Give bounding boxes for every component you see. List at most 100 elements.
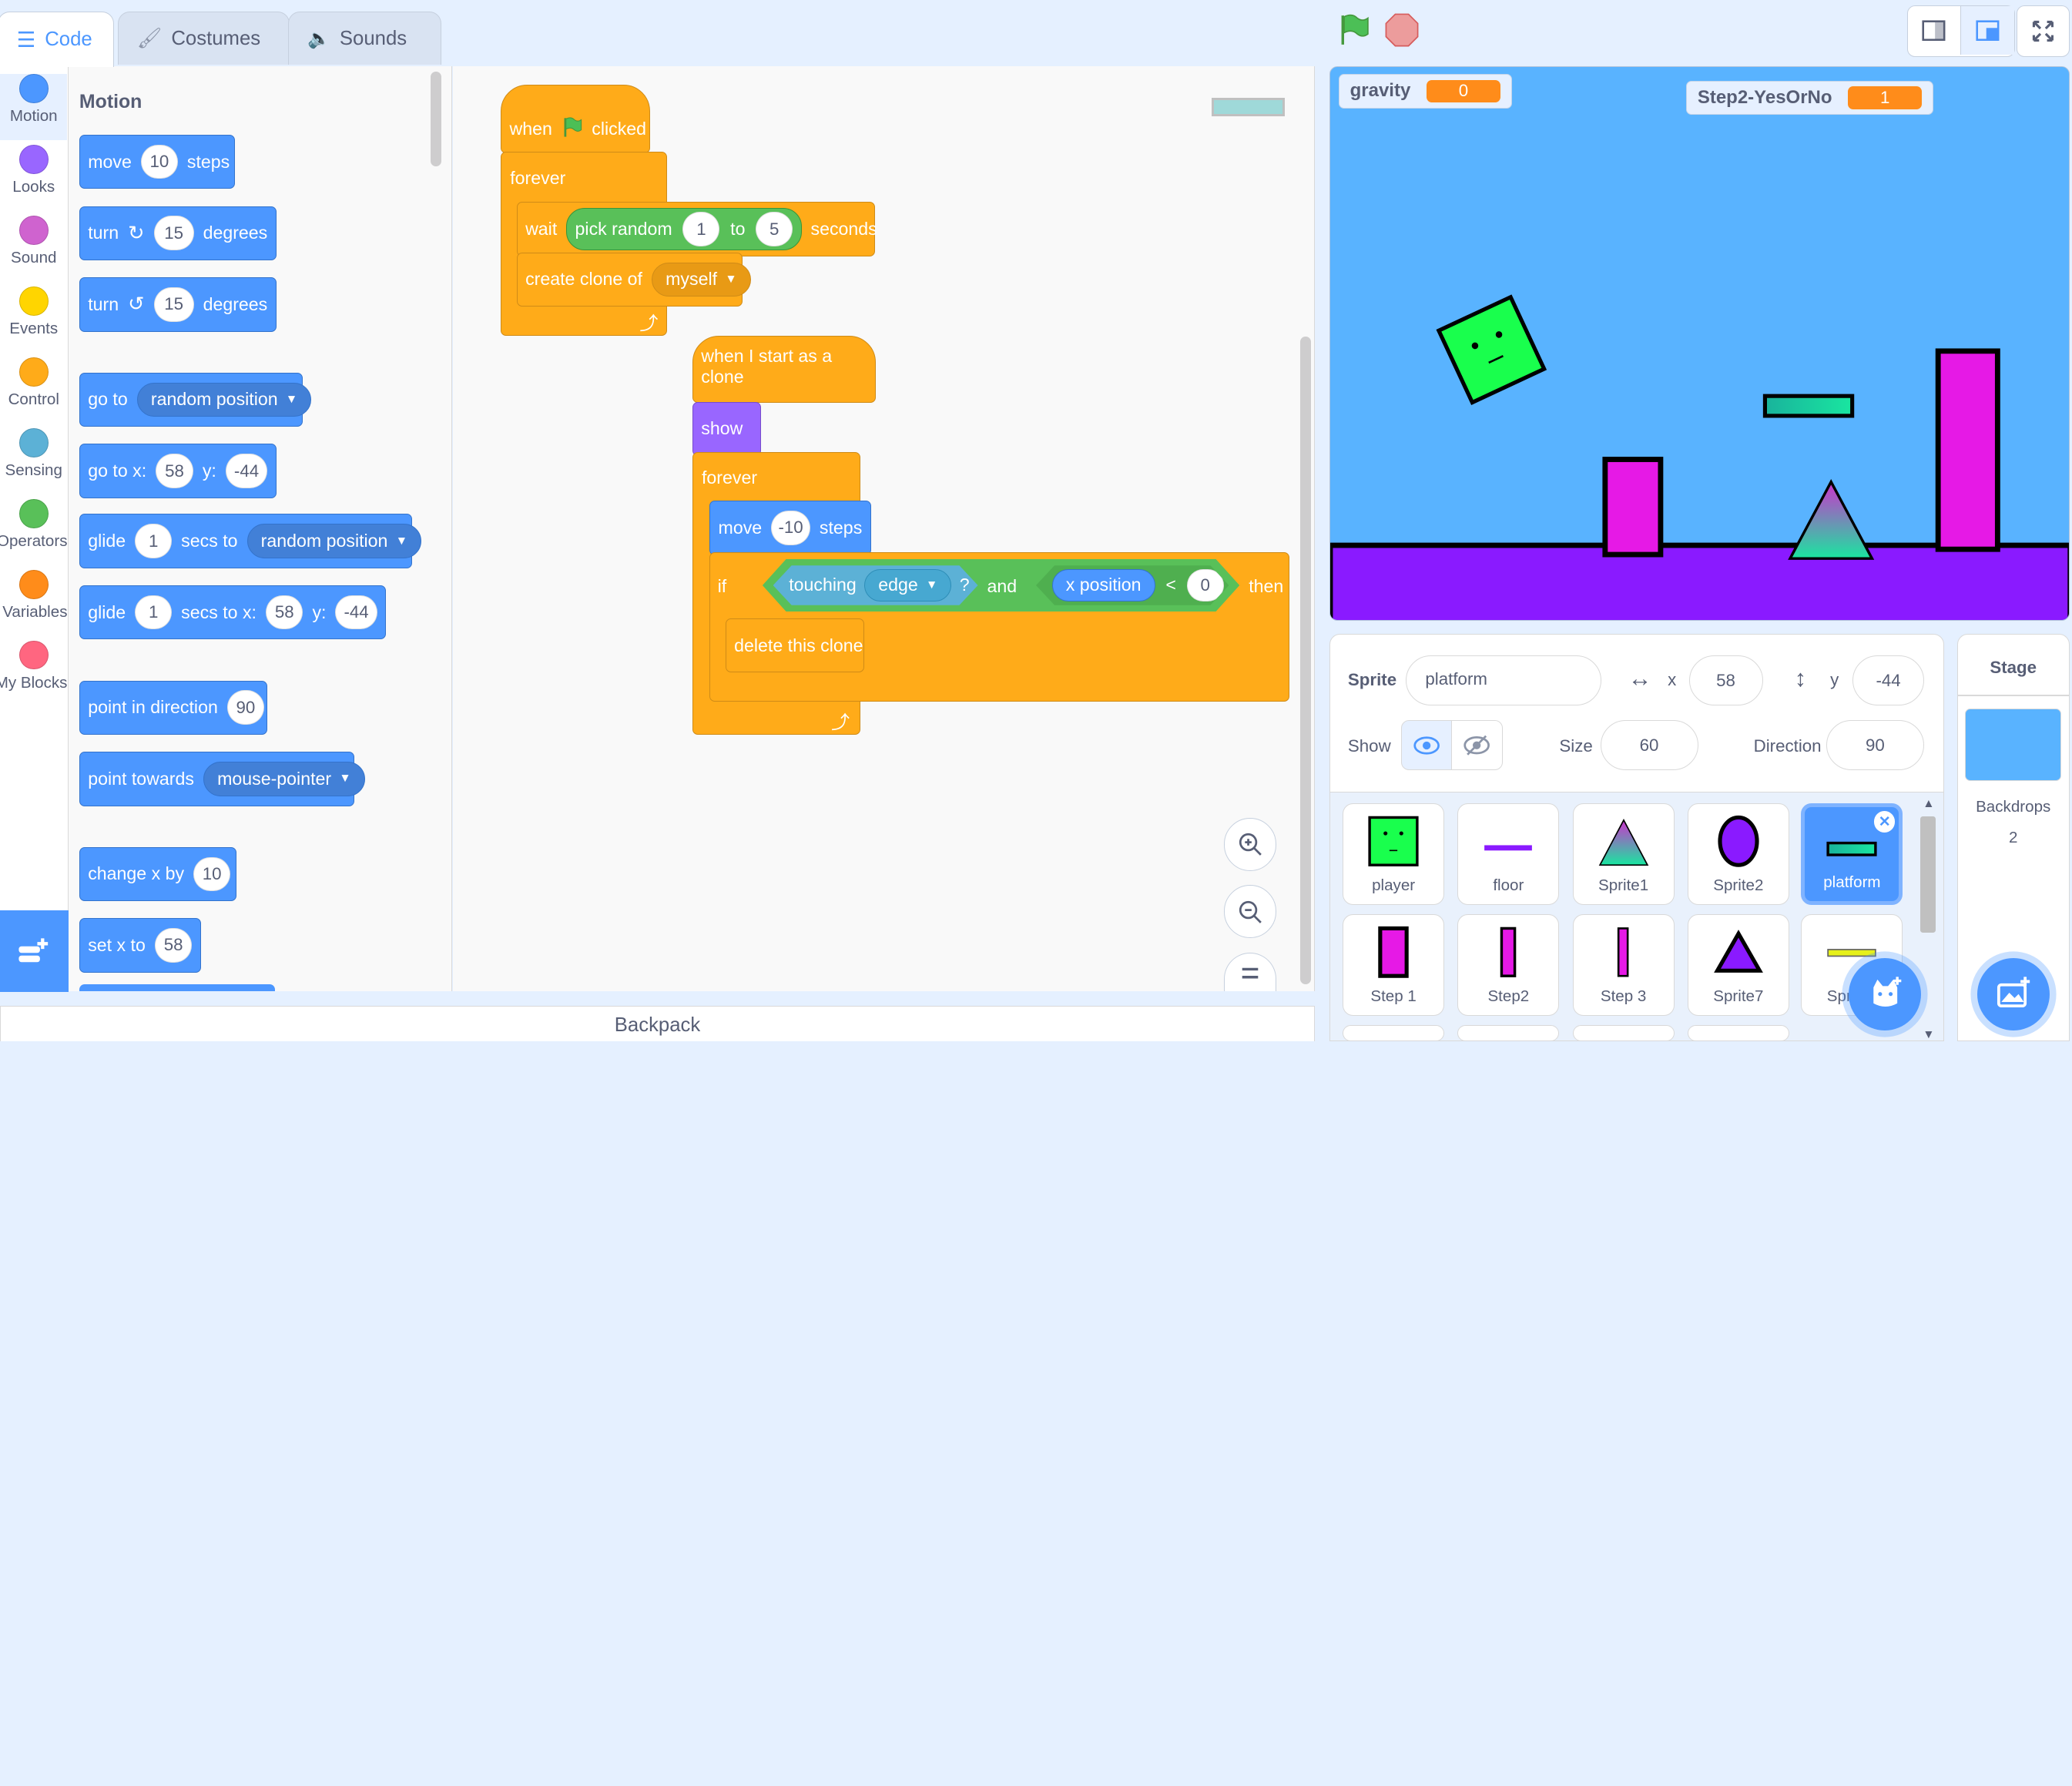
move-steps-block[interactable]: move -10 steps [709,501,871,555]
degrees-input[interactable]: 15 [153,287,194,322]
category-dot-icon [18,640,49,670]
show-hidden-button[interactable] [1450,720,1503,771]
sprite-tile-partial[interactable] [1457,1025,1560,1041]
delete-sprite-button[interactable]: ✕ [1873,811,1896,833]
zoom-out-icon [1239,900,1262,923]
sprite-tile-selected[interactable]: platform ✕ [1801,803,1903,906]
when-i-start-as-clone-block[interactable]: when I start as a clone [692,335,877,404]
size-input[interactable]: 60 [1600,720,1698,771]
change-x-input[interactable]: 10 [193,856,231,892]
when-flag-clicked-block[interactable]: when clicked [501,84,651,153]
category-variables[interactable]: Variables [0,569,67,636]
tab-code[interactable]: ☰ Code [0,12,114,68]
move-steps-block[interactable]: move 10 steps [79,134,236,189]
sprite-name-input[interactable]: platform [1406,655,1602,706]
point-towards-block[interactable]: point towards mouse-pointer ▼ [79,752,365,806]
sprite-tile[interactable]: Step2 [1457,914,1560,1017]
script-minimap [1212,97,1285,116]
turn-left-block[interactable]: turn ↺ 15 degrees [79,277,277,332]
clone-target-dropdown[interactable]: myself ▼ [651,262,751,297]
compare-value-input[interactable]: 0 [1187,569,1224,601]
set-x-input[interactable]: 58 [154,928,193,963]
glide-block[interactable]: glide 1 secs to random position ▼ [79,514,422,568]
speaker-icon: 🔈 [307,28,330,49]
category-sound[interactable]: Sound [0,215,67,282]
show-block[interactable]: show [692,401,762,456]
sprite-tile[interactable]: floor [1457,803,1560,906]
change-x-block[interactable]: change x by 10 [79,846,237,902]
sprite-tile[interactable]: Step 1 [1343,914,1445,1017]
sprite-tile[interactable]: Sprite2 [1687,803,1789,906]
glide-target-dropdown[interactable]: random position ▼ [246,524,422,558]
category-label: Events [9,319,59,337]
sprite-tile[interactable]: player [1343,803,1445,906]
category-looks[interactable]: Looks [0,145,67,211]
x-input[interactable]: 58 [1688,655,1763,706]
steps-input[interactable]: 10 [140,144,178,179]
random-from-input[interactable]: 1 [682,212,720,246]
secs-input[interactable]: 1 [135,524,173,558]
sprite-tile[interactable]: Sprite1 [1572,803,1675,906]
pick-random-reporter[interactable]: pick random 1 to 5 [566,208,802,251]
sprite-tile[interactable]: Step 3 [1572,914,1675,1017]
direction-input[interactable]: 90 [1826,720,1924,771]
x-input[interactable]: 58 [156,454,193,488]
touching-condition[interactable]: touching edge ▼ ? [773,565,978,605]
backpack-bar[interactable]: Backpack [0,1005,1316,1041]
x-position-reporter[interactable]: x position [1052,569,1155,601]
stop-button[interactable] [1383,12,1420,49]
large-stage-button[interactable] [1960,5,2015,55]
small-stage-button[interactable] [1908,6,1960,55]
less-than-operator[interactable]: x position < 0 [1036,565,1229,605]
tab-costumes[interactable]: 🖌 Costumes [117,12,290,65]
choose-backdrop-button[interactable] [1976,957,2050,1031]
zoom-in-button[interactable] [1223,817,1277,871]
glide-xy-block[interactable]: glide 1 secs to x: 58 y: -44 [79,585,386,640]
sprite-tile[interactable]: Sprite7 [1687,914,1789,1017]
wait-block[interactable]: wait pick random 1 to 5 seconds [516,202,877,256]
category-events[interactable]: Events [0,286,67,353]
sprite-tile-partial[interactable] [1572,1025,1675,1041]
category-motion[interactable]: Motion [0,74,68,140]
sprite-list-scrollbar[interactable] [1919,816,1936,933]
script-scrollbar[interactable] [1300,337,1311,985]
go-to-block[interactable]: go to random position ▼ [79,372,312,427]
set-x-block[interactable]: set x to 58 [79,918,201,973]
add-extension-button[interactable] [0,910,69,993]
category-operators[interactable]: Operators [0,498,67,565]
green-flag-button[interactable] [1335,12,1372,49]
choose-sprite-button[interactable] [1849,957,1922,1031]
secs-input[interactable]: 1 [135,595,173,630]
touching-target-dropdown[interactable]: edge ▼ [864,569,951,601]
goto-target-dropdown[interactable]: random position ▼ [136,382,312,417]
category-dot-icon [18,357,49,387]
tab-sounds[interactable]: 🔈 Sounds [288,12,441,65]
category-dot-icon [18,74,49,103]
show-visible-button[interactable] [1400,720,1453,771]
steps-input[interactable]: -10 [771,511,810,545]
stage-canvas[interactable] [1329,65,2070,622]
random-to-input[interactable]: 5 [756,212,793,246]
direction-input[interactable]: 90 [226,690,264,725]
backdrop-thumbnail[interactable] [1965,708,2062,781]
go-to-xy-block[interactable]: go to x: 58 y: -44 [79,444,277,498]
category-my-blocks[interactable]: My Blocks [0,640,67,707]
palette-scrollbar[interactable] [431,71,441,167]
delete-this-clone-block[interactable]: delete this clone [725,618,864,673]
degrees-input[interactable]: 15 [153,216,194,251]
sprite-tile-partial[interactable] [1687,1025,1789,1041]
create-clone-block[interactable]: create clone of myself ▼ [516,252,751,307]
towards-dropdown[interactable]: mouse-pointer ▼ [203,762,365,796]
zoom-out-button[interactable] [1223,885,1277,939]
y-input[interactable]: -44 [335,595,377,630]
point-in-direction-block[interactable]: point in direction 90 [79,680,267,735]
y-input[interactable]: -44 [225,454,268,488]
extension-icon [18,938,48,962]
category-sensing[interactable]: Sensing [0,427,67,494]
category-control[interactable]: Control [0,357,67,424]
sprite-tile-partial[interactable] [1343,1025,1445,1041]
y-input[interactable]: -44 [1852,655,1924,706]
turn-right-block[interactable]: turn ↻ 15 degrees [79,206,277,260]
fullscreen-button[interactable] [2017,5,2070,57]
x-input[interactable]: 58 [265,595,303,630]
